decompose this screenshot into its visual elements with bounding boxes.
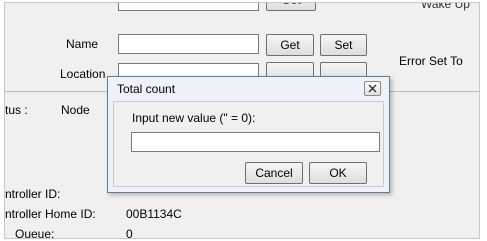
- name-get-button[interactable]: Get: [266, 34, 314, 56]
- status-label: tus :: [5, 103, 28, 117]
- controller-home-id-value: 00B1134C: [126, 207, 182, 221]
- error-set-to-label: Error Set To: [399, 54, 463, 68]
- wake-up-label: Wake Up: [421, 2, 470, 11]
- dialog-title: Total count: [117, 82, 176, 96]
- queue-label: Queue:: [15, 227, 55, 239]
- top-get-button[interactable]: Get: [266, 3, 316, 11]
- location-label: Location: [60, 67, 106, 81]
- queue-value: 0: [126, 227, 133, 239]
- top-field[interactable]: [118, 3, 259, 11]
- controller-home-id-label: ntroller Home ID:: [5, 207, 96, 221]
- controller-id-label: ntroller ID:: [5, 187, 61, 201]
- cancel-button[interactable]: Cancel: [245, 162, 303, 184]
- close-icon[interactable]: [364, 81, 381, 96]
- dialog-body: Input new value (" = 0): Cancel OK: [113, 101, 384, 187]
- status-value: Node: [61, 103, 90, 117]
- ok-button[interactable]: OK: [309, 162, 367, 184]
- name-input[interactable]: [118, 34, 259, 54]
- total-count-dialog: Total count Input new value (" = 0): Can…: [107, 76, 390, 193]
- dialog-prompt: Input new value (" = 0):: [132, 111, 256, 125]
- value-input[interactable]: [131, 132, 380, 152]
- name-set-button[interactable]: Set: [320, 34, 367, 56]
- name-label: Name: [66, 37, 99, 51]
